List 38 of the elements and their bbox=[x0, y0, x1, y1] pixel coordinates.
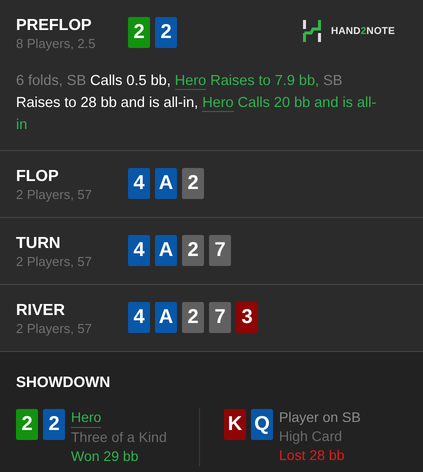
section-title: SHOWDOWN bbox=[16, 374, 112, 391]
card: 7 bbox=[209, 235, 231, 266]
player-link[interactable]: Hero bbox=[174, 73, 206, 90]
card: 2 bbox=[43, 409, 65, 440]
player-name: Player on SB bbox=[279, 408, 361, 427]
street-title: RIVER bbox=[16, 301, 66, 321]
card: A bbox=[155, 168, 177, 199]
street-info: 2 Players, 57 bbox=[16, 187, 93, 203]
card: 3 bbox=[236, 302, 258, 333]
card: 2 bbox=[155, 17, 177, 48]
street-title: PREFLOP bbox=[16, 16, 93, 36]
action-log: 6 folds, SB Calls 0.5 bb, Hero Raises to 7.9 bb, SB Raises to 28 bb and is all-in, Hero Calls 20 bb and is all-in bbox=[16, 72, 378, 135]
card: Q bbox=[251, 409, 273, 440]
card: 4 bbox=[128, 235, 150, 266]
street-info: 2 Players, 57 bbox=[16, 321, 93, 337]
result-text: Won 29 bb bbox=[71, 447, 138, 466]
card: 2 bbox=[16, 409, 38, 440]
hand-rank: High Card bbox=[279, 427, 342, 446]
street-title: FLOP bbox=[16, 167, 60, 187]
card: 4 bbox=[128, 302, 150, 333]
card: 4 bbox=[128, 168, 150, 199]
street-info: 8 Players, 2.5 bbox=[16, 36, 96, 52]
street-title: TURN bbox=[16, 234, 62, 254]
card: 7 bbox=[209, 302, 231, 333]
hand-rank: Three of a Kind bbox=[71, 428, 167, 447]
card: A bbox=[155, 302, 177, 333]
result-text: Lost 28 bb bbox=[279, 446, 344, 465]
street-info: 2 Players, 57 bbox=[16, 254, 93, 270]
logo-text: HAND2NOTE bbox=[330, 26, 395, 36]
player-link[interactable]: Hero bbox=[202, 95, 234, 112]
card: 2 bbox=[182, 168, 204, 199]
card: A bbox=[155, 235, 177, 266]
card: 2 bbox=[182, 302, 204, 333]
card: 2 bbox=[182, 235, 204, 266]
player-link[interactable]: Hero bbox=[71, 408, 102, 428]
logo-icon bbox=[302, 20, 321, 42]
card: K bbox=[224, 409, 246, 440]
card: 2 bbox=[128, 17, 150, 48]
